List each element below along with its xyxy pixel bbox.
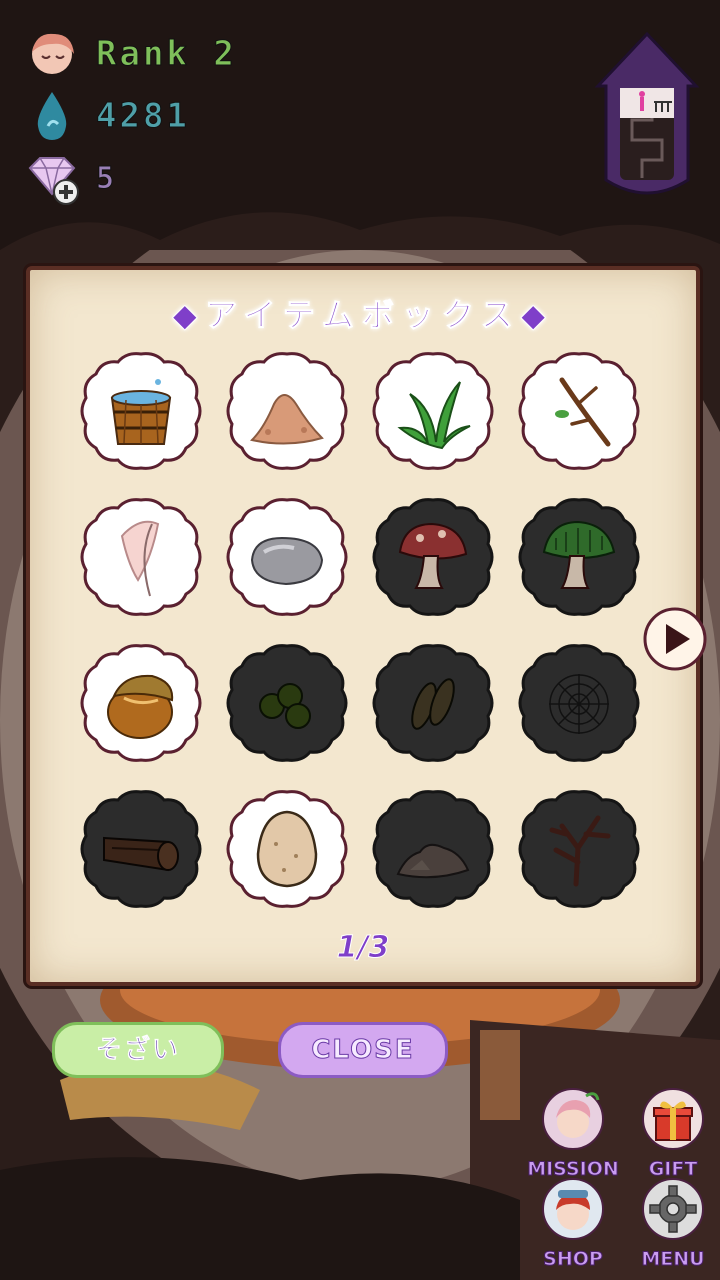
gift-box-icon [642, 1088, 704, 1150]
item-slot-berries[interactable] [224, 640, 350, 766]
rank-text: Rank 2 [96, 34, 237, 75]
shop-character-icon [542, 1178, 604, 1240]
mission-button[interactable]: MISSION [527, 1086, 619, 1181]
item-slot-feather[interactable] [78, 494, 204, 620]
gems-count: 5 [95, 160, 118, 196]
gems-display[interactable]: 5 [22, 150, 117, 206]
spider-web-icon [549, 674, 609, 734]
item-slot-seeds[interactable] [370, 640, 496, 766]
item-slot-grass[interactable] [370, 348, 496, 474]
item-slot-acorn[interactable] [78, 640, 204, 766]
stone-icon [250, 536, 324, 586]
shop-button[interactable]: SHOP [528, 1176, 618, 1271]
next-page-arrow-icon[interactable] [642, 606, 708, 672]
item-slot-log[interactable] [78, 786, 204, 912]
tower-map-icon[interactable] [592, 30, 702, 200]
drops-count: 4281 [96, 96, 190, 137]
materials-button[interactable]: そざい [52, 1022, 224, 1078]
item-slot-green-mushroom[interactable] [516, 494, 642, 620]
egg-icon [256, 810, 318, 888]
menu-label: MENU [641, 1248, 705, 1271]
item-slot-dirt[interactable] [370, 786, 496, 912]
item-slot-spider-web[interactable] [516, 640, 642, 766]
menu-button[interactable]: MENU [628, 1176, 718, 1271]
item-grid [78, 348, 668, 912]
drops-display: 4281 [22, 88, 190, 144]
item-slot-red-mushroom[interactable] [370, 494, 496, 620]
water-drop-icon [37, 92, 67, 140]
item-slot-dead-branch[interactable] [516, 786, 642, 912]
gear-icon [642, 1178, 704, 1240]
item-slot-bucket[interactable] [78, 348, 204, 474]
page-indicator: 1/3 [336, 930, 390, 966]
avatar-icon [32, 33, 74, 74]
gift-button[interactable]: GIFT [628, 1086, 718, 1181]
item-slot-stone[interactable] [224, 494, 350, 620]
item-slot-twig[interactable] [516, 348, 642, 474]
item-box-panel: ◆アイテムボックス◆ 1/3 [26, 266, 700, 986]
item-slot-sand[interactable] [224, 348, 350, 474]
close-button[interactable]: CLOSE [278, 1022, 448, 1078]
item-slot-egg[interactable] [224, 786, 350, 912]
diamond-plus-icon[interactable] [22, 150, 82, 206]
rank-display: Rank 2 [22, 26, 237, 82]
mission-character-icon [542, 1088, 604, 1150]
item-box-title: ◆アイテムボックス◆ [172, 296, 554, 335]
